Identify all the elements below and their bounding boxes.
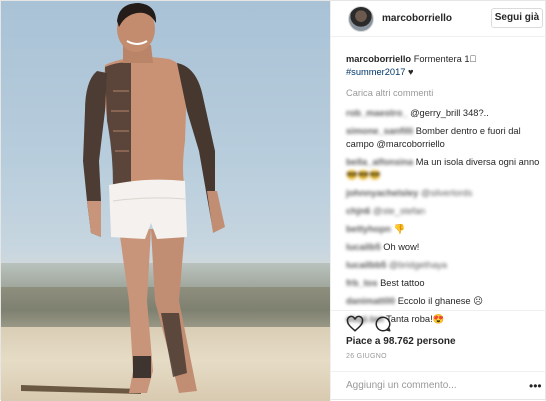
header-username[interactable]: marcoborriello — [382, 13, 452, 24]
caption-username[interactable]: marcoborriello — [346, 54, 411, 64]
caption-text: Formentera 1⃣ — [411, 54, 477, 64]
comment-row: johnnyachelsley @silverlords — [346, 187, 546, 200]
comment-text: @ste_stefan — [372, 206, 426, 216]
comment-row: chjn6 @ste_stefan — [346, 205, 546, 218]
comment-row: danimatt00 Eccolo il ghanese ☹ — [346, 295, 546, 308]
comment-row: lucailb5 Oh wow! — [346, 241, 546, 254]
comment-text: Best tattoo — [380, 278, 425, 288]
post-header: marcoborriello Segui già — [331, 1, 546, 37]
comment-row: bella_alfonsina Ma un isola diversa ogni… — [346, 156, 546, 182]
post-photo[interactable] — [1, 1, 330, 401]
comment-text: @silverlords — [420, 188, 473, 198]
post-date: 26 GIUGNO — [346, 353, 387, 360]
caption-hashtag[interactable]: #summer2017 — [346, 67, 405, 77]
following-button[interactable]: Segui già — [491, 8, 543, 28]
comment-text: @bridgethaya — [388, 260, 447, 270]
comment-username[interactable]: danimatt00 — [346, 296, 395, 306]
speech-bubble-icon[interactable] — [374, 315, 392, 333]
comment-username[interactable]: lucailb5 — [346, 242, 381, 252]
comment-text: 👎 — [393, 224, 406, 234]
caption-emoji: ♥ — [405, 67, 414, 77]
avatar[interactable] — [348, 6, 374, 32]
comment-row: bettyhopn 👎 — [346, 223, 546, 236]
instagram-post: marcoborriello Segui già marcoborriello … — [0, 0, 546, 401]
likes-count[interactable]: Piace a 98.762 persone — [346, 336, 456, 347]
comment-username[interactable]: lucailbb5 — [346, 260, 386, 270]
comments-section: marcoborriello Formentera 1⃣ #summer2017… — [346, 53, 546, 331]
comment-username[interactable]: bella_alfonsina — [346, 157, 413, 167]
comment-username[interactable]: frb_tos — [346, 278, 378, 288]
action-bar — [331, 310, 546, 338]
comment-username[interactable]: rob_maestro_ — [346, 108, 408, 118]
heart-outline-icon[interactable] — [346, 315, 364, 333]
comment-row: frb_tos Best tattoo — [346, 277, 546, 290]
comment-text: Eccolo il ghanese ☹ — [397, 296, 483, 306]
comment-row: lucailbb5 @bridgethaya — [346, 259, 546, 272]
comment-text: @gerry_brill 348?.. — [410, 108, 489, 118]
load-more-comments-link[interactable]: Carica altri commenti — [346, 87, 546, 100]
comment-username[interactable]: bettyhopn — [346, 224, 391, 234]
man-figure — [21, 3, 225, 394]
post-caption: marcoborriello Formentera 1⃣ #summer2017… — [346, 53, 546, 79]
comment-text: Oh wow! — [383, 242, 420, 252]
comment-row: rob_maestro_ @gerry_brill 348?.. — [346, 107, 546, 120]
more-options-icon[interactable]: ••• — [529, 380, 542, 392]
add-comment-input[interactable] — [346, 380, 516, 391]
comment-username[interactable]: chjn6 — [346, 206, 370, 216]
comment-emoji-tail: 😎😎😎 — [346, 170, 381, 180]
comment-text: Ma un isola diversa ogni anno — [415, 157, 540, 167]
add-comment-bar: ••• — [331, 371, 546, 401]
comment-row: simone_sanfilli Bomber dentro e fuori da… — [346, 125, 546, 151]
comment-username[interactable]: simone_sanfilli — [346, 126, 413, 136]
post-side-panel: marcoborriello Segui già marcoborriello … — [330, 1, 546, 401]
comment-username[interactable]: johnnyachelsley — [346, 188, 418, 198]
